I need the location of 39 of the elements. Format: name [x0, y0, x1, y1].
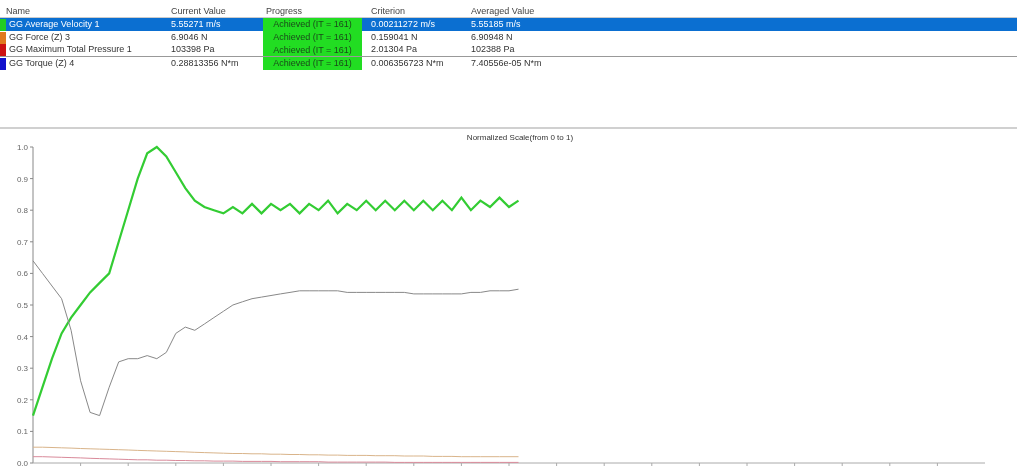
y-tick-label: 0.1	[16, 427, 28, 437]
table-cell-text: 103398 Pa	[170, 43, 216, 57]
progress-status: Achieved (IT = 161)	[263, 18, 362, 31]
column-header[interactable]: Name	[0, 5, 165, 17]
table-row[interactable]: GG Average Velocity 1 5.55271 m/s Achieved (IT = 161) 0.00211272 m/s 5.55185 m/s	[0, 18, 1017, 31]
progress-status: Achieved (IT = 161)	[263, 57, 362, 70]
table-cell-text: 0.006356723 N*m	[370, 56, 445, 70]
y-tick-label: 0.9	[16, 174, 28, 184]
table-cell-text: 0.00211272 m/s	[370, 17, 436, 31]
y-tick-label: 0.4	[16, 332, 28, 342]
chart-title: Normalized Scale(from 0 to 1)	[466, 133, 574, 142]
y-tick-label: 0.3	[16, 364, 28, 374]
progress-status: Achieved (IT = 161)	[263, 44, 362, 56]
y-tick-label: 0.6	[16, 269, 28, 279]
table-cell-text: 0.28813356 N*m	[170, 56, 240, 70]
y-tick-label: 0.0	[16, 459, 28, 468]
table-cell-text: 2.01304 Pa	[370, 43, 419, 57]
column-header[interactable]: Averaged Value	[465, 5, 585, 17]
progress-status: Achieved (IT = 161)	[263, 31, 362, 44]
table-cell-text: 5.55185 m/s	[470, 17, 522, 31]
y-tick-label: 1.0	[16, 143, 28, 152]
table-cell-text: 7.40556e-05 N*m	[470, 56, 543, 70]
table-cell-text: GG Force (Z) 3	[9, 30, 70, 44]
table-cell-text: GG Average Velocity 1	[9, 17, 100, 31]
column-header[interactable]: Criterion	[365, 5, 465, 17]
table-cell-text: GG Torque (Z) 4	[9, 56, 75, 70]
y-tick-label: 0.5	[16, 301, 28, 310]
y-tick-label: 0.2	[16, 395, 28, 405]
column-header[interactable]: Current Value	[165, 5, 260, 17]
y-tick-label: 0.8	[16, 206, 28, 216]
table-cell-text: 6.90948 N	[470, 30, 514, 44]
table-cell-text: 102388 Pa	[470, 43, 516, 57]
table-cell-text: 5.55271 m/s	[170, 17, 222, 31]
column-header[interactable]: Progress	[260, 5, 365, 17]
table-row[interactable]: GG Maximum Total Pressure 1 103398 Pa Achieved (IT = 161) 2.01304 Pa 102388 Pa	[0, 44, 1017, 57]
y-tick-label: 0.7	[16, 237, 28, 247]
table-cell: GG Maximum Total Pressure 1	[9, 43, 132, 57]
table-cell-text: 0.159041 N	[370, 30, 419, 44]
table-cell-text: 6.9046 N	[170, 30, 209, 44]
